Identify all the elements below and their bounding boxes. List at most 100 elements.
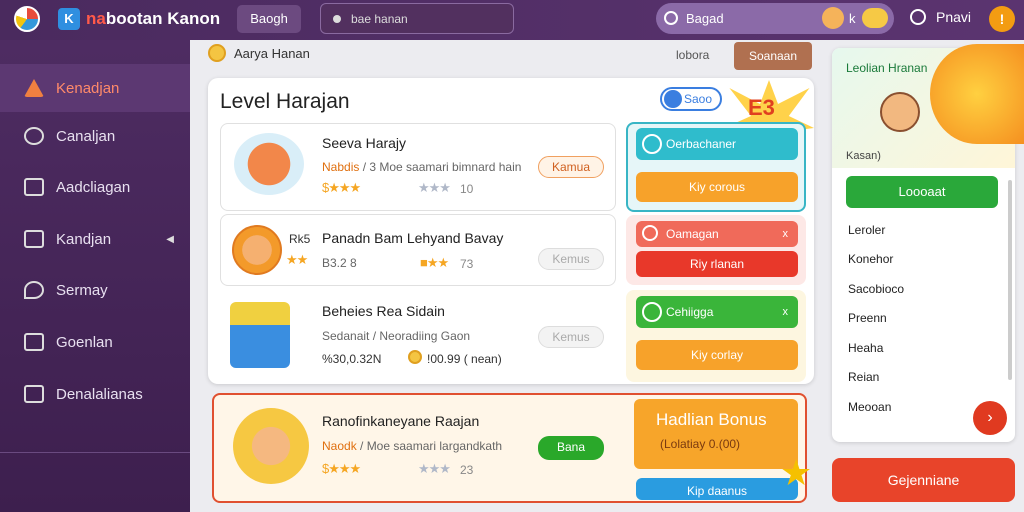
app-logo-icon[interactable] xyxy=(14,6,40,32)
rating-stars: $★★★ xyxy=(322,180,361,195)
row-prefix: Rk5 xyxy=(289,232,311,246)
chat-icon xyxy=(24,281,44,299)
featured-meta: Naodk / Moe saamari largandkath xyxy=(322,439,503,453)
sidebar-item-label: Kandjan xyxy=(56,230,112,248)
pill-label: Saoo xyxy=(684,92,713,106)
kid-basket-image-icon xyxy=(233,408,309,484)
list-item[interactable]: Konehor xyxy=(848,252,893,266)
calendar-icon xyxy=(24,333,44,351)
list-item[interactable]: Leroler xyxy=(848,223,885,237)
row-meta: B3.2 8 xyxy=(322,256,357,270)
coin-icon xyxy=(208,44,226,62)
search-value: Bagad xyxy=(686,11,724,26)
brand[interactable]: K nabootan Kanon xyxy=(58,8,220,30)
search-input[interactable]: Bagad k xyxy=(656,3,894,34)
row-price: %30,0.32N xyxy=(322,352,382,366)
brand-name: nabootan Kanon xyxy=(86,9,221,28)
action-bottom-button[interactable]: Kiy corlay xyxy=(636,340,798,370)
close-icon[interactable]: x xyxy=(783,296,789,328)
list-item[interactable]: Preenn xyxy=(848,311,887,325)
breadcrumb-status: lobora xyxy=(676,48,710,62)
phone-icon xyxy=(24,127,44,145)
row-button[interactable]: Kemus xyxy=(538,326,604,348)
sidebar: Kenadjan Canaljan Aadcliagan Kandjan ◀ S… xyxy=(0,40,190,512)
profile-link[interactable]: Pnavi xyxy=(910,9,971,25)
sidebar-item-label: Denalalianas xyxy=(56,385,143,403)
row-title: Panadn Bam Lehyand Bavay xyxy=(322,230,504,246)
search-icon xyxy=(664,11,678,25)
rating-stars-grey: ★★★ xyxy=(418,461,451,476)
row-stat: 73 xyxy=(460,257,474,271)
envelope-icon xyxy=(24,385,44,403)
star-icon: ★ xyxy=(780,452,813,493)
user-icon xyxy=(910,9,926,25)
bonus-subtitle: (Lolatiay 0.(00) xyxy=(660,437,741,451)
next-arrow-button[interactable]: › xyxy=(973,401,1007,435)
action-top-button[interactable]: Oamagan x xyxy=(636,221,798,247)
header-action-button[interactable]: Soanaan xyxy=(734,42,812,70)
coins-icon xyxy=(930,44,1024,144)
breadcrumb: Aarya Hanan xyxy=(208,44,310,62)
top-bar: K nabootan Kanon Baogh bae hanan Bagad k… xyxy=(0,0,1024,40)
list-item[interactable]: Sacobioco xyxy=(848,282,904,296)
avatar-icon[interactable] xyxy=(822,7,844,29)
sidebar-item-kenadjan[interactable]: Kenadjan xyxy=(0,64,190,112)
sidebar-item-sermay[interactable]: Sermay xyxy=(0,266,190,314)
gamepad-icon xyxy=(642,134,662,154)
sidebar-item-label: Canaljan xyxy=(56,127,116,145)
inbox-icon xyxy=(24,178,44,196)
fire-icon[interactable]: ! xyxy=(989,6,1015,32)
badge-icon xyxy=(664,90,682,108)
list-item[interactable]: Reian xyxy=(848,370,879,384)
sidebar-item-label: Kenadjan xyxy=(56,79,120,97)
kid-avatar-icon xyxy=(880,92,920,132)
bonus-action-button[interactable]: Kip daanus xyxy=(636,478,798,500)
row-button[interactable]: Kemus xyxy=(538,248,604,270)
starburst-text: E3 xyxy=(748,95,775,120)
clear-icon[interactable]: k xyxy=(849,3,856,34)
top-input[interactable]: bae hanan xyxy=(320,3,514,34)
kid-avatar-icon xyxy=(232,225,282,275)
profile-label: Pnavi xyxy=(936,9,972,25)
right-primary-button[interactable]: Loooaat xyxy=(846,176,998,208)
rating-stars: ★★ xyxy=(286,252,308,267)
nav-button[interactable]: Baogh xyxy=(237,5,301,33)
sidebar-item-aadcliagan[interactable]: Aadcliagan xyxy=(0,163,190,211)
row-stat: !00.99 ( nean) xyxy=(427,352,502,366)
sidebar-item-label: Goenlan xyxy=(56,333,113,351)
close-icon[interactable]: x xyxy=(783,221,789,247)
list-item[interactable]: Meooan xyxy=(848,400,891,414)
action-bottom-button[interactable]: Kiy corous xyxy=(636,172,798,202)
sidebar-divider xyxy=(0,452,190,453)
action-top-button[interactable]: Oerbachaner xyxy=(636,128,798,160)
row-stat: 10 xyxy=(460,182,474,196)
action-top-button[interactable]: Cehiigga x xyxy=(636,296,798,328)
chevron-left-icon[interactable]: ◀ xyxy=(166,234,174,245)
sidebar-item-denalalianas[interactable]: Denalalianas xyxy=(0,370,190,418)
gamepad-icon xyxy=(642,225,658,241)
row-meta: Nabdis / 3 Moe saamari bimnard hain xyxy=(322,160,522,174)
input-dot-icon xyxy=(333,15,341,23)
bottom-action-button[interactable]: Gejenniane xyxy=(832,458,1015,502)
sidebar-item-goenlan[interactable]: Goenlan xyxy=(0,318,190,366)
toggle-switch[interactable] xyxy=(862,8,888,28)
featured-button[interactable]: Bana xyxy=(538,436,604,460)
row-title: Seeva Harajy xyxy=(322,135,407,151)
list-item[interactable]: Heaha xyxy=(848,341,883,355)
top-input-value: bae hanan xyxy=(351,12,408,26)
row-button[interactable]: Kamua xyxy=(538,156,604,178)
sidebar-item-kandjan[interactable]: Kandjan ◀ xyxy=(0,215,190,263)
right-subtitle: Kasan) xyxy=(846,150,881,162)
rating-stars: $★★★ xyxy=(322,461,361,476)
row-meta: Sedanait / Neoradiing Gaon xyxy=(322,329,471,343)
gear-icon xyxy=(642,302,662,322)
row-title: Beheies Rea Sidain xyxy=(322,303,445,319)
action-bottom-button[interactable]: Riy rlanan xyxy=(636,251,798,277)
breadcrumb-title: Aarya Hanan xyxy=(234,45,310,61)
sidebar-item-label: Aadcliagan xyxy=(56,178,131,196)
basket-image-icon xyxy=(230,302,290,368)
save-pill-button[interactable]: Saoo xyxy=(660,87,722,111)
pig-image-icon xyxy=(234,133,304,195)
scrollbar[interactable] xyxy=(1008,180,1012,380)
sidebar-item-canaljan[interactable]: Canaljan xyxy=(0,112,190,160)
